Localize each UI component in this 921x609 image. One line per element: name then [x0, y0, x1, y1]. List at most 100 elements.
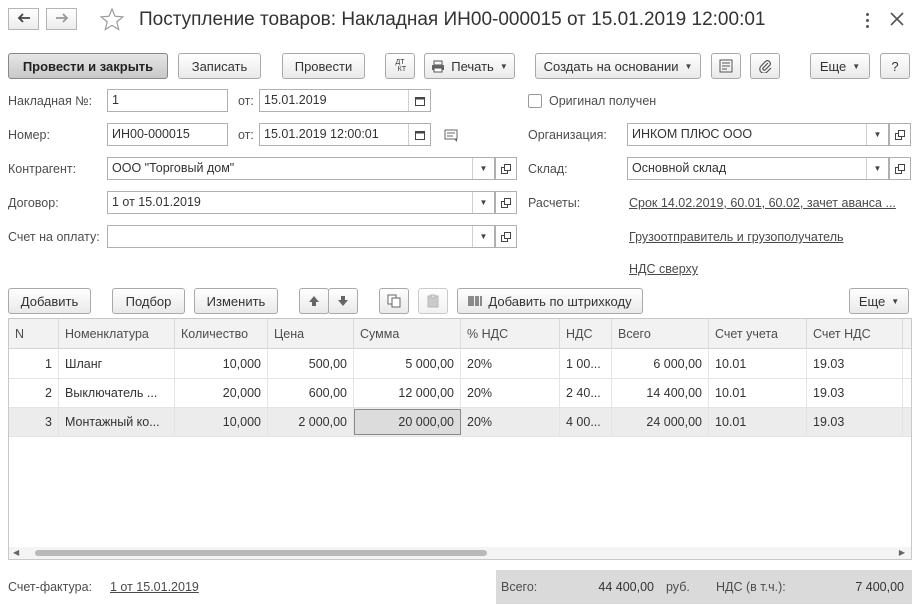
cell-account[interactable]: 10.01: [709, 379, 807, 407]
cell-vat-account[interactable]: 19.03: [807, 379, 903, 407]
create-based-on-button[interactable]: Создать на основании ▼: [535, 53, 701, 79]
cell-total[interactable]: 24 000,00: [612, 408, 709, 436]
edit-button[interactable]: Изменить: [194, 288, 278, 314]
column-header-vat-rate[interactable]: % НДС: [461, 319, 560, 348]
chevron-down-icon[interactable]: ▼: [866, 158, 888, 179]
move-up-button[interactable]: [299, 288, 329, 314]
column-header-vat[interactable]: НДС: [560, 319, 612, 348]
open-organization-icon[interactable]: [889, 123, 911, 146]
save-button[interactable]: Записать: [178, 53, 261, 79]
column-header-price[interactable]: Цена: [268, 319, 354, 348]
cell-sum[interactable]: 5 000,00: [354, 350, 461, 378]
original-received-checkbox[interactable]: [528, 94, 542, 108]
invoice-no-field[interactable]: 1: [107, 89, 228, 112]
column-header-vat-account[interactable]: Счет НДС: [807, 319, 903, 348]
copy-button[interactable]: [379, 288, 409, 314]
table-row-selected[interactable]: 3 Монтажный ко... 10,000 2 000,00 20 000…: [9, 408, 911, 437]
chevron-down-icon[interactable]: ▼: [866, 124, 888, 145]
cell-item[interactable]: Выключатель ...: [59, 379, 175, 407]
back-button[interactable]: [8, 8, 39, 30]
contract-field[interactable]: 1 от 15.01.2019 ▼: [107, 191, 495, 214]
open-counterparty-icon[interactable]: [495, 157, 517, 180]
scroll-right-icon[interactable]: ▶: [899, 548, 905, 557]
settlements-link[interactable]: Срок 14.02.2019, 60.01, 60.02, зачет ава…: [629, 196, 896, 210]
help-button[interactable]: ?: [880, 53, 910, 79]
cell-quantity[interactable]: 10,000: [175, 408, 268, 436]
paperclip-icon: [758, 59, 772, 73]
chevron-down-icon[interactable]: ▼: [472, 192, 494, 213]
open-contract-icon[interactable]: [495, 191, 517, 214]
cell-account[interactable]: 10.01: [709, 408, 807, 436]
forward-button[interactable]: [46, 8, 77, 30]
payment-invoice-field[interactable]: ▼: [107, 225, 495, 248]
cell-item[interactable]: Шланг: [59, 350, 175, 378]
number-date-field[interactable]: 15.01.2019 12:00:01: [259, 123, 431, 146]
dt-kt-button[interactable]: ДТ КТ: [385, 53, 415, 79]
cell-vat-account[interactable]: 19.03: [807, 408, 903, 436]
horizontal-scrollbar[interactable]: ◀ ▶: [9, 547, 911, 559]
vat-on-top-link[interactable]: НДС сверху: [629, 262, 698, 276]
cell-sum[interactable]: 12 000,00: [354, 379, 461, 407]
cell-price[interactable]: 500,00: [268, 350, 354, 378]
chevron-down-icon: ▼: [684, 61, 693, 71]
paste-button[interactable]: [418, 288, 448, 314]
cell-vat-rate[interactable]: 20%: [461, 350, 560, 378]
add-row-button[interactable]: Добавить: [8, 288, 91, 314]
post-button[interactable]: Провести: [282, 53, 365, 79]
add-by-barcode-button[interactable]: Добавить по штрихкоду: [457, 288, 643, 314]
organization-field[interactable]: ИНКОМ ПЛЮС ООО ▼: [627, 123, 889, 146]
calendar-icon[interactable]: [408, 90, 430, 111]
cell-vat[interactable]: 4 00...: [560, 408, 612, 436]
cell-price[interactable]: 2 000,00: [268, 408, 354, 436]
cell-vat[interactable]: 1 00...: [560, 350, 612, 378]
open-warehouse-icon[interactable]: [889, 157, 911, 180]
close-icon[interactable]: [888, 10, 906, 28]
cell-quantity[interactable]: 10,000: [175, 350, 268, 378]
kebab-menu-icon[interactable]: [860, 10, 874, 30]
cell-vat-rate[interactable]: 20%: [461, 379, 560, 407]
cell-quantity[interactable]: 20,000: [175, 379, 268, 407]
column-header-sum[interactable]: Сумма: [354, 319, 461, 348]
shipper-consignee-link[interactable]: Грузоотправитель и грузополучатель: [629, 230, 844, 244]
cell-vat-account[interactable]: 19.03: [807, 350, 903, 378]
cell-total[interactable]: 14 400,00: [612, 379, 709, 407]
cell-price[interactable]: 600,00: [268, 379, 354, 407]
structure-button[interactable]: [711, 53, 741, 79]
chevron-down-icon[interactable]: ▼: [472, 226, 494, 247]
scroll-left-icon[interactable]: ◀: [13, 548, 19, 557]
goods-table[interactable]: N Номенклатура Количество Цена Сумма % Н…: [8, 318, 912, 560]
print-button[interactable]: Печать ▼: [424, 53, 515, 79]
cell-vat-rate[interactable]: 20%: [461, 408, 560, 436]
more-button[interactable]: Еще ▼: [810, 53, 870, 79]
calendar-icon[interactable]: [408, 124, 430, 145]
table-row[interactable]: 2 Выключатель ... 20,000 600,00 12 000,0…: [9, 379, 911, 408]
invoice-date-field[interactable]: 15.01.2019: [259, 89, 431, 112]
arrow-down-icon: [337, 295, 349, 307]
cell-total[interactable]: 6 000,00: [612, 350, 709, 378]
number-field[interactable]: ИН00-000015: [107, 123, 228, 146]
comment-icon[interactable]: [444, 129, 460, 143]
column-header-account[interactable]: Счет учета: [709, 319, 807, 348]
chevron-down-icon[interactable]: ▼: [472, 158, 494, 179]
column-header-total[interactable]: Всего: [612, 319, 709, 348]
invoice-facture-link[interactable]: 1 от 15.01.2019: [110, 580, 199, 594]
cell-item[interactable]: Монтажный ко...: [59, 408, 175, 436]
column-header-quantity[interactable]: Количество: [175, 319, 268, 348]
scrollbar-thumb[interactable]: [35, 550, 487, 556]
column-header-item[interactable]: Номенклатура: [59, 319, 175, 348]
warehouse-field[interactable]: Основной склад ▼: [627, 157, 889, 180]
attach-button[interactable]: [750, 53, 780, 79]
post-and-close-button[interactable]: Провести и закрыть: [8, 53, 168, 79]
favorite-star-icon[interactable]: [99, 7, 125, 31]
counterparty-field[interactable]: ООО "Торговый дом" ▼: [107, 157, 495, 180]
cell-account[interactable]: 10.01: [709, 350, 807, 378]
table-more-button[interactable]: Еще ▼: [849, 288, 909, 314]
cell-sum-active[interactable]: 20 000,00: [354, 409, 461, 435]
cell-n: 1: [9, 350, 59, 378]
column-header-n[interactable]: N: [9, 319, 59, 348]
pick-button[interactable]: Подбор: [112, 288, 185, 314]
table-row[interactable]: 1 Шланг 10,000 500,00 5 000,00 20% 1 00.…: [9, 350, 911, 379]
move-down-button[interactable]: [328, 288, 358, 314]
cell-vat[interactable]: 2 40...: [560, 379, 612, 407]
open-payment-invoice-icon[interactable]: [495, 225, 517, 248]
